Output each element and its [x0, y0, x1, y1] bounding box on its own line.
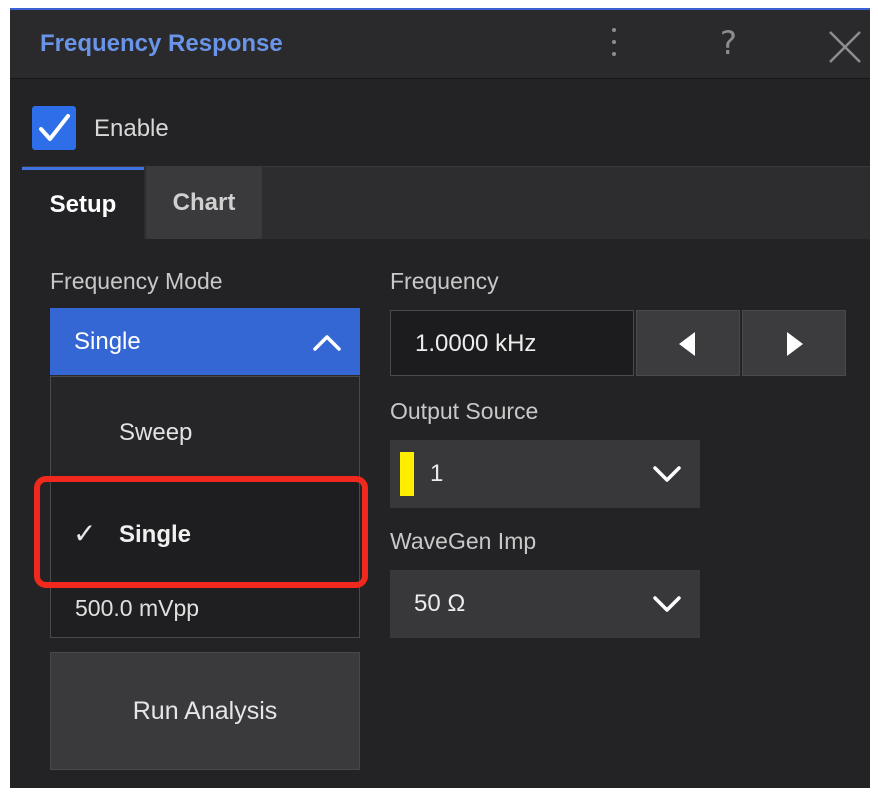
frequency-response-window: Frequency Response ? Enable Setup Chart …	[10, 8, 870, 788]
frequency-decrement-button[interactable]	[636, 310, 740, 376]
triangle-right-icon	[787, 332, 803, 356]
wavegen-imp-label: WaveGen Imp	[390, 528, 537, 554]
close-icon[interactable]	[828, 30, 862, 64]
output-source-select[interactable]: 1	[390, 440, 700, 508]
frequency-mode-label: Frequency Mode	[50, 268, 223, 294]
frequency-label: Frequency	[390, 268, 499, 294]
chevron-down-icon	[653, 466, 681, 482]
highlight-annotation	[34, 476, 368, 588]
wavegen-imp-value: 50 Ω	[414, 590, 466, 617]
checkmark-icon	[39, 114, 70, 141]
tab-chart[interactable]: Chart	[146, 167, 262, 239]
frequency-mode-select[interactable]: Single	[50, 308, 360, 376]
wavegen-imp-select[interactable]: 50 Ω	[390, 570, 700, 638]
frequency-increment-button[interactable]	[742, 310, 846, 376]
output-source-label: Output Source	[390, 398, 539, 424]
enable-checkbox[interactable]	[32, 106, 76, 150]
output-source-value: 1	[430, 460, 444, 487]
tab-setup[interactable]: Setup	[22, 167, 144, 239]
tab-strip: Setup Chart	[22, 166, 870, 239]
help-icon[interactable]: ?	[720, 24, 737, 62]
dropdown-option-sweep[interactable]: Sweep	[51, 377, 359, 477]
option-label: Sweep	[119, 419, 193, 446]
more-options-icon[interactable]	[608, 28, 620, 62]
window-title: Frequency Response	[40, 30, 283, 57]
frequency-mode-value: Single	[74, 328, 141, 355]
amplitude-value: 500.0 mVpp	[75, 595, 200, 621]
channel-color-swatch	[400, 452, 414, 496]
title-bar: Frequency Response ?	[10, 10, 870, 79]
enable-label: Enable	[94, 115, 169, 142]
triangle-left-icon	[679, 332, 695, 356]
frequency-input[interactable]: 1.0000 kHz	[390, 310, 634, 376]
run-analysis-button[interactable]: Run Analysis	[50, 652, 360, 770]
frequency-value: 1.0000 kHz	[415, 330, 537, 357]
chevron-down-icon	[653, 596, 681, 612]
chevron-up-icon	[313, 335, 341, 351]
